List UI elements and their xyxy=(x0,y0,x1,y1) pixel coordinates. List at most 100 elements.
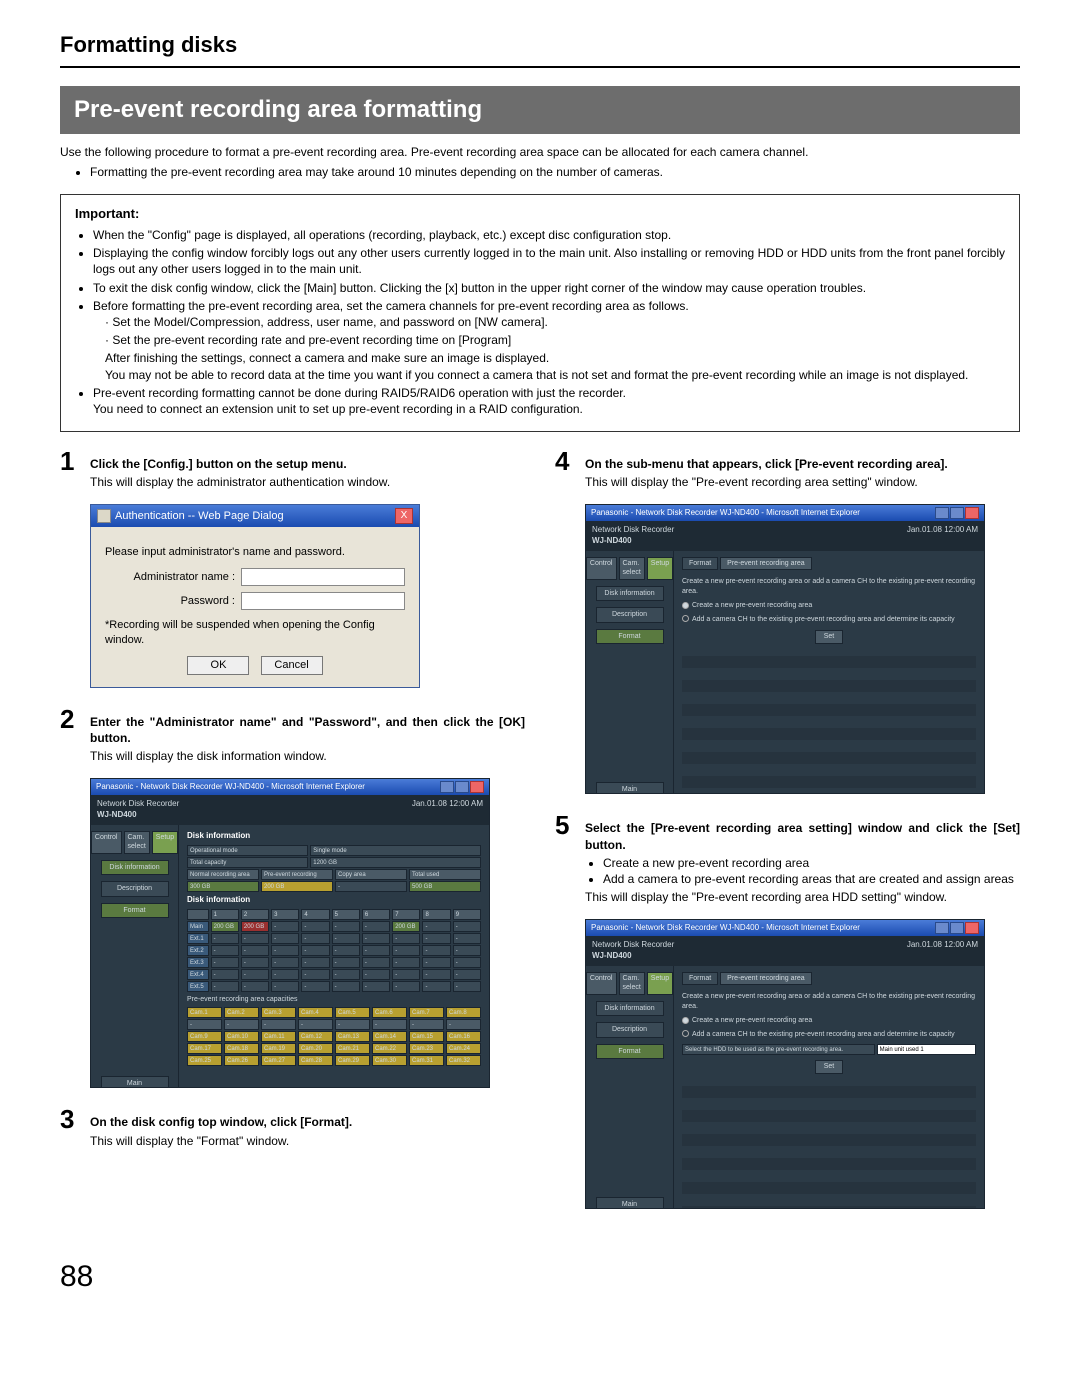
cam-cell: Cam.22 xyxy=(372,1043,407,1054)
cell: - xyxy=(332,981,360,992)
side-description-button[interactable]: Description xyxy=(596,607,664,622)
cell: - xyxy=(392,933,420,944)
cell: 2 xyxy=(241,909,269,920)
tab-control[interactable]: Control xyxy=(91,831,122,854)
max-icon[interactable] xyxy=(455,781,469,793)
cell: - xyxy=(211,933,239,944)
close-icon[interactable] xyxy=(470,781,484,793)
model-label: WJ-ND400 xyxy=(592,536,632,545)
row-label: Ext.2 xyxy=(187,945,209,956)
cell: 200 GB Pre-evt xyxy=(241,921,269,932)
right-column: 4 On the sub-menu that appears, click [P… xyxy=(555,448,1020,1227)
row-label: Ext.3 xyxy=(187,957,209,968)
side-main-button[interactable]: Main xyxy=(101,1076,169,1089)
max-icon[interactable] xyxy=(950,507,964,519)
radio-label: Add a camera CH to the existing pre-even… xyxy=(692,1031,955,1038)
radio-create[interactable]: Create a new pre-event recording area xyxy=(682,1016,976,1025)
cam-cell: Cam.21 xyxy=(335,1043,370,1054)
tab-cam-select[interactable]: Cam. select xyxy=(619,557,645,580)
close-icon[interactable] xyxy=(965,507,979,519)
dialog-close-button[interactable]: X xyxy=(395,508,413,524)
step-3: 3 On the disk config top window, click [… xyxy=(60,1106,525,1148)
radio-add[interactable]: Add a camera CH to the existing pre-even… xyxy=(682,1030,976,1039)
cell: - xyxy=(301,981,329,992)
side-main-button[interactable]: Main xyxy=(596,782,664,795)
col-header: Pre-event recording area xyxy=(261,869,333,880)
auth-dialog-screenshot: Authentication -- Web Page Dialog X Plea… xyxy=(90,504,525,687)
cancel-button[interactable]: Cancel xyxy=(261,656,323,675)
cell: - xyxy=(362,957,390,968)
side-disk-info-button[interactable]: Disk information xyxy=(101,860,169,875)
cell: - xyxy=(453,921,481,932)
cell: - xyxy=(211,981,239,992)
min-icon[interactable] xyxy=(440,781,454,793)
hdd-select-dropdown[interactable]: Main unit used 1 xyxy=(877,1044,976,1055)
cell: 300 GB xyxy=(187,881,259,892)
important-subnote: After finishing the settings, connect a … xyxy=(105,350,1005,366)
set-button[interactable]: Set xyxy=(815,630,844,643)
cell: 7 xyxy=(392,909,420,920)
intro-text: Use the following procedure to format a … xyxy=(60,144,1020,160)
side-main-button[interactable]: Main xyxy=(596,1197,664,1210)
tab-control[interactable]: Control xyxy=(586,972,617,995)
app-header: Network Disk RecorderWJ-ND400 Jan.01.08 … xyxy=(586,936,984,966)
radio-icon xyxy=(682,602,689,609)
topmenu-preevent[interactable]: Pre-event recording area xyxy=(720,557,811,570)
app-window: Panasonic - Network Disk Recorder WJ-ND4… xyxy=(90,778,490,1088)
cam-cell: Cam.19 xyxy=(261,1043,296,1054)
cell: - xyxy=(392,945,420,956)
max-icon[interactable] xyxy=(950,922,964,934)
tab-setup[interactable]: Setup xyxy=(647,972,673,995)
step-4: 4 On the sub-menu that appears, click [P… xyxy=(555,448,1020,490)
cell: 200 GB xyxy=(261,881,333,892)
cell: - xyxy=(301,933,329,944)
side-description-button[interactable]: Description xyxy=(596,1022,664,1037)
row-label: Ext.5 xyxy=(187,981,209,992)
side-format-button[interactable]: Format xyxy=(596,1044,664,1059)
cell: - xyxy=(301,957,329,968)
cell: 200 GB Normal xyxy=(392,921,420,932)
tab-cam-select[interactable]: Cam. select xyxy=(619,972,645,995)
set-button[interactable]: Set xyxy=(815,1060,844,1073)
cam-cell: Cam.8 xyxy=(446,1007,481,1018)
cam-cell: Cam.9 xyxy=(187,1031,222,1042)
topmenu-format[interactable]: Format xyxy=(682,972,718,985)
cam-cell: Cam.20 xyxy=(298,1043,333,1054)
close-icon[interactable] xyxy=(965,922,979,934)
ok-button[interactable]: OK xyxy=(187,656,249,675)
tab-cam-select[interactable]: Cam. select xyxy=(124,831,150,854)
cam-cell: Cam.23 xyxy=(409,1043,444,1054)
min-icon[interactable] xyxy=(935,507,949,519)
side-format-button[interactable]: Format xyxy=(101,903,169,918)
radio-add[interactable]: Add a camera CH to the existing pre-even… xyxy=(682,615,976,624)
topmenu-format[interactable]: Format xyxy=(682,557,718,570)
admin-name-input[interactable] xyxy=(241,568,405,586)
cell: - xyxy=(271,969,299,980)
min-icon[interactable] xyxy=(935,922,949,934)
cell: - xyxy=(422,969,450,980)
side-disk-info-button[interactable]: Disk information xyxy=(596,586,664,601)
step-5: 5 Select the [Pre-event recording area s… xyxy=(555,812,1020,905)
cell: - xyxy=(301,969,329,980)
side-description-button[interactable]: Description xyxy=(101,881,169,896)
tab-setup[interactable]: Setup xyxy=(647,557,673,580)
dialog-icon xyxy=(97,509,111,523)
stripe-area xyxy=(682,644,976,795)
side-disk-info-button[interactable]: Disk information xyxy=(596,1001,664,1016)
radio-create[interactable]: Create a new pre-event recording area xyxy=(682,601,976,610)
product-label: Network Disk Recorder xyxy=(592,525,674,534)
cam-cell: - xyxy=(187,1019,222,1030)
app-main: Disk information Operational modeSingle … xyxy=(179,825,489,1088)
intro-bullet: Formatting the pre-event recording area … xyxy=(90,164,1020,180)
important-item: When the "Config" page is displayed, all… xyxy=(93,227,1005,243)
side-format-button[interactable]: Format xyxy=(596,629,664,644)
cam-cell: - xyxy=(298,1019,333,1030)
radio-icon xyxy=(682,615,689,622)
cell: 8 xyxy=(422,909,450,920)
tab-control[interactable]: Control xyxy=(586,557,617,580)
cell: - xyxy=(392,957,420,968)
tab-setup[interactable]: Setup xyxy=(152,831,178,854)
step-heading: On the sub-menu that appears, click [Pre… xyxy=(585,456,1020,472)
password-input[interactable] xyxy=(241,592,405,610)
topmenu-preevent[interactable]: Pre-event recording area xyxy=(720,972,811,985)
